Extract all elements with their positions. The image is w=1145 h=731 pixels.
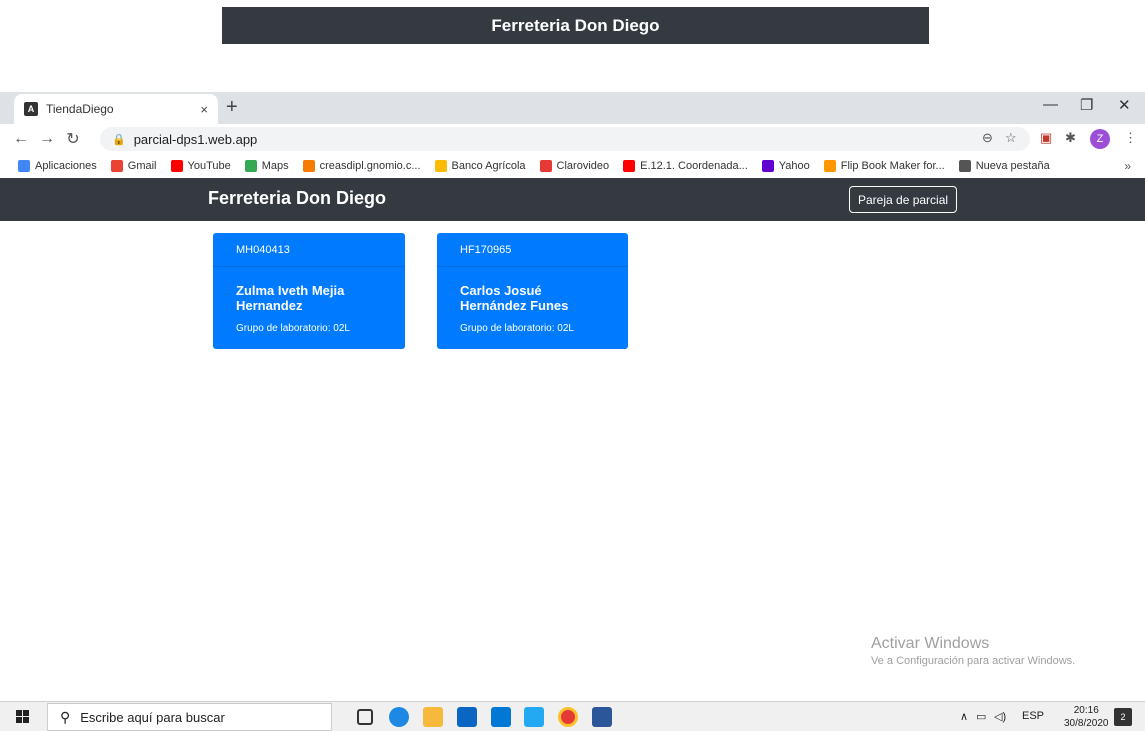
bookmark-label: Gmail (127, 160, 157, 172)
card-group: Grupo de laboratorio: 02L (460, 323, 574, 334)
new-tab-button[interactable]: + (226, 96, 238, 119)
lock-icon: 🔒 (112, 133, 126, 146)
watermark-subtitle: Ve a Configuración para activar Windows. (871, 655, 1076, 667)
tab-title: TiendaDiego (46, 102, 114, 116)
bookmark-item[interactable]: Clarovideo (539, 160, 610, 172)
bookmarks-bar: Aplicaciones Gmail YouTube Maps creasdipl.gn… (0, 154, 1145, 178)
search-placeholder: Escribe aquí para buscar (80, 709, 225, 725)
bookmark-item[interactable]: Maps (244, 160, 289, 172)
bookmark-favicon-icon (244, 160, 257, 172)
taskbar-search[interactable]: ⚲ Escribe aquí para buscar (47, 703, 332, 731)
bookmark-favicon-icon (18, 160, 30, 172)
watermark-title: Activar Windows (871, 635, 990, 652)
bookmark-favicon-icon (761, 160, 774, 172)
bookmark-label: Nueva pestaña (975, 160, 1050, 172)
minimize-icon[interactable]: — (1043, 96, 1058, 113)
mail-icon[interactable] (491, 707, 511, 727)
extension-icon[interactable]: ▣ (1040, 130, 1052, 146)
card-name: Zulma Iveth Mejia Hernandez (236, 283, 345, 313)
card-name: Carlos Josué Hernández Funes (460, 283, 569, 313)
chrome-icon[interactable] (558, 707, 578, 727)
bookmark-favicon-icon (434, 160, 447, 172)
close-tab-icon[interactable]: × (200, 102, 208, 117)
bookmark-favicon-icon (110, 160, 123, 172)
zoom-icon[interactable]: ⊖ (982, 130, 993, 146)
bookmark-item[interactable]: Yahoo (761, 160, 810, 172)
extensions-puzzle-icon[interactable]: ✱ (1065, 130, 1076, 146)
bookmark-label: Banco Agrícola (451, 160, 526, 172)
close-window-icon[interactable]: ✕ (1118, 96, 1131, 114)
bookmark-favicon-icon (623, 160, 636, 172)
bookmark-star-icon[interactable]: ☆ (1005, 130, 1017, 146)
clock-date: 30/8/2020 (1064, 718, 1109, 729)
bookmark-item[interactable]: YouTube (170, 160, 231, 172)
edge-icon[interactable] (389, 707, 409, 727)
profile-avatar[interactable]: Z (1090, 129, 1110, 149)
card-header: HF170965 (437, 233, 628, 267)
volume-icon[interactable]: ◁) (994, 710, 1006, 723)
bookmark-label: Aplicaciones (35, 160, 97, 172)
browser-toolbar: ← → ↻ 🔒 parcial-dps1.web.app ⊖ ☆ ▣ ✱ Z ⋮ (0, 124, 1145, 154)
bookmark-favicon-icon (302, 160, 315, 172)
bookmark-item[interactable]: creasdipl.gnomio.c... (302, 160, 421, 172)
network-icon[interactable]: ▭ (976, 710, 986, 723)
bookmark-label: Maps (261, 160, 289, 172)
bookmark-favicon-icon (539, 160, 552, 172)
search-icon: ⚲ (60, 708, 71, 725)
angular-icon: A (24, 102, 38, 116)
bookmark-favicon-icon (958, 160, 971, 172)
activate-windows-watermark: Activar Windows Ve a Configuración para … (871, 635, 1075, 667)
restore-icon[interactable]: ❐ (1080, 96, 1093, 114)
bookmark-item[interactable]: Flip Book Maker for... (823, 160, 945, 172)
bookmarks-overflow-button[interactable]: » (1124, 159, 1131, 173)
bookmark-label: Flip Book Maker for... (840, 160, 945, 172)
bookmark-label: creasdipl.gnomio.c... (319, 160, 421, 172)
bookmark-item[interactable]: Gmail (110, 160, 157, 172)
address-bar[interactable]: 🔒 parcial-dps1.web.app (100, 127, 1030, 151)
clock-time: 20:16 (1073, 705, 1099, 716)
student-card: MH040413 Zulma Iveth Mejia Hernandez Gru… (213, 233, 405, 349)
forward-icon[interactable]: → (34, 130, 60, 148)
windows-taskbar: ⚲ Escribe aquí para buscar ∧ ▭ ◁) ESP 20… (0, 701, 1145, 731)
file-explorer-icon[interactable] (423, 707, 443, 727)
card-group: Grupo de laboratorio: 02L (236, 323, 350, 334)
bookmark-label: E.12.1. Coordenada... (640, 160, 748, 172)
bookmark-item[interactable]: Banco Agrícola (434, 160, 526, 172)
browser-tab[interactable]: A TiendaDiego × (14, 94, 218, 124)
bookmark-item[interactable]: Nueva pestaña (958, 160, 1050, 172)
browser-tabstrip: A TiendaDiego × + — ❐ ✕ (0, 92, 1145, 124)
task-view-icon[interactable] (357, 709, 373, 725)
vscode-icon[interactable] (524, 707, 544, 727)
store-icon[interactable] (457, 707, 477, 727)
bookmark-label: Clarovideo (556, 160, 610, 172)
pareja-button[interactable]: Pareja de parcial (849, 186, 958, 213)
bookmark-item[interactable]: Aplicaciones (18, 160, 97, 172)
app-brand[interactable]: Ferreteria Don Diego (208, 188, 386, 209)
student-card: HF170965 Carlos Josué Hernández Funes Gr… (437, 233, 628, 349)
bookmark-favicon-icon (170, 160, 183, 172)
bookmark-label: YouTube (187, 160, 231, 172)
windows-start-icon[interactable] (16, 710, 30, 724)
bookmark-item[interactable]: E.12.1. Coordenada... (623, 160, 748, 172)
tray-chevron-icon[interactable]: ∧ (960, 710, 968, 723)
menu-icon[interactable]: ⋮ (1124, 130, 1137, 146)
reload-icon[interactable]: ↻ (60, 129, 86, 149)
app-navbar: Ferreteria Don Diego Pareja de parcial (0, 178, 1145, 221)
banner-title: Ferreteria Don Diego (491, 15, 660, 35)
notifications-icon[interactable]: 2 (1114, 708, 1132, 726)
bookmark-label: Yahoo (778, 160, 810, 172)
bookmark-favicon-icon (823, 160, 836, 172)
card-header: MH040413 (213, 233, 405, 267)
word-icon[interactable] (592, 707, 612, 727)
page-banner: Ferreteria Don Diego (222, 7, 929, 44)
url-text: parcial-dps1.web.app (133, 131, 258, 147)
back-icon[interactable]: ← (8, 130, 34, 148)
clock[interactable]: 20:16 30/8/2020 (1064, 704, 1109, 730)
language-indicator[interactable]: ESP (1022, 710, 1044, 722)
